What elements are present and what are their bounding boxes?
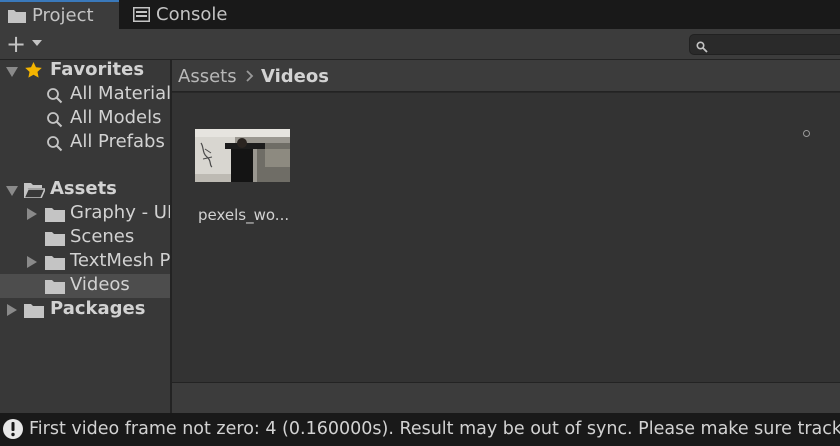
tree-item-label: All Models bbox=[70, 107, 162, 128]
chevron-down-icon[interactable] bbox=[32, 40, 42, 46]
breadcrumb: Assets Videos bbox=[172, 60, 840, 92]
tree-favorites-label: Favorites bbox=[50, 60, 145, 80]
tree-item-label: All Prefabs bbox=[70, 131, 165, 152]
chevron-right-icon bbox=[245, 68, 255, 87]
folder-icon bbox=[45, 207, 65, 222]
warning-icon bbox=[2, 418, 24, 444]
tree-favorite-item[interactable]: All Prefabs bbox=[0, 131, 170, 155]
tree-asset-folder[interactable]: Scenes bbox=[0, 226, 170, 250]
tree-favorite-item[interactable]: All Models bbox=[0, 107, 170, 131]
expand-arrow-icon[interactable] bbox=[6, 186, 18, 196]
breadcrumb-assets[interactable]: Assets bbox=[178, 66, 237, 87]
status-message: First video frame not zero: 4 (0.160000s… bbox=[29, 419, 840, 439]
expand-arrow-icon[interactable] bbox=[6, 67, 18, 77]
tab-console[interactable]: Console bbox=[133, 0, 243, 29]
tree-item-label: Scenes bbox=[70, 226, 135, 247]
search-icon bbox=[696, 38, 708, 57]
folder-icon bbox=[24, 303, 44, 318]
expand-arrow-icon[interactable] bbox=[7, 304, 17, 316]
search-icon bbox=[46, 111, 63, 128]
tree-favorite-item[interactable]: All Material bbox=[0, 83, 170, 107]
status-bar[interactable]: First video frame not zero: 4 (0.160000s… bbox=[0, 413, 840, 446]
tree-asset-folder[interactable]: Graphy - UI bbox=[0, 202, 170, 226]
breadcrumb-videos[interactable]: Videos bbox=[261, 66, 329, 87]
folder-icon bbox=[8, 9, 26, 23]
asset-path-footer bbox=[172, 382, 840, 413]
tree-asset-folder-selected[interactable]: Videos bbox=[0, 274, 170, 298]
tab-project[interactable]: Project bbox=[0, 0, 119, 29]
folder-icon bbox=[45, 255, 65, 270]
tree-item-label: Videos bbox=[70, 274, 130, 295]
search-field[interactable] bbox=[689, 34, 840, 55]
video-thumbnail[interactable] bbox=[195, 129, 290, 182]
project-tree: Favorites All Material All Models All Pr… bbox=[0, 60, 170, 413]
tree-item-label: All Material bbox=[70, 83, 170, 104]
tab-console-label: Console bbox=[156, 4, 228, 25]
tree-favorites[interactable]: Favorites bbox=[0, 60, 170, 83]
tree-item-label: Graphy - UI bbox=[70, 202, 170, 223]
folder-open-icon bbox=[24, 182, 45, 198]
zoom-slider-handle[interactable] bbox=[803, 130, 810, 137]
plus-icon[interactable]: + bbox=[6, 32, 26, 56]
tree-packages[interactable]: Packages bbox=[0, 298, 170, 322]
search-icon bbox=[46, 135, 63, 152]
tree-item-label: TextMesh Pro bbox=[70, 250, 170, 271]
search-input[interactable] bbox=[710, 36, 840, 53]
tab-project-label: Project bbox=[32, 5, 94, 26]
search-icon bbox=[46, 87, 63, 104]
asset-grid: pexels_wo... bbox=[172, 93, 840, 382]
star-icon bbox=[24, 61, 43, 80]
tree-assets-label: Assets bbox=[50, 178, 117, 199]
expand-arrow-icon[interactable] bbox=[27, 208, 37, 220]
tree-assets[interactable]: Assets bbox=[0, 178, 170, 202]
tree-packages-label: Packages bbox=[50, 298, 146, 319]
asset-name-label: pexels_wo... bbox=[198, 206, 290, 224]
folder-icon bbox=[45, 279, 65, 294]
console-icon bbox=[133, 7, 150, 22]
tab-bar: Project Console bbox=[0, 0, 840, 29]
folder-icon bbox=[45, 231, 65, 246]
tree-asset-folder[interactable]: TextMesh Pro bbox=[0, 250, 170, 274]
expand-arrow-icon[interactable] bbox=[27, 256, 37, 268]
